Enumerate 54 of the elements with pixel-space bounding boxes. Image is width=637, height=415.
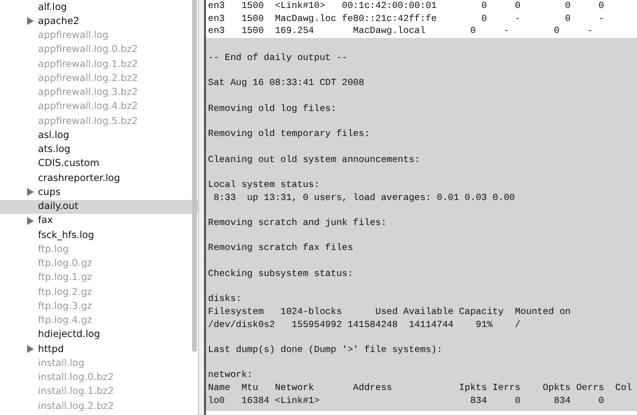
file-list-item[interactable]: appfirewall.log.1.bz2 (0, 57, 198, 72)
log-line: en3 1500 MacDawg.loc fe80::21c:42ff:fe 0 - 0 - (208, 12, 606, 26)
file-list-item[interactable]: ftp.log.4.gz (0, 314, 198, 328)
file-list-item[interactable]: install.log.1.bz2 (0, 384, 198, 399)
file-list-item[interactable]: ftp.log.0.gz (0, 256, 198, 271)
log-line: disks: (208, 293, 242, 306)
file-list-item[interactable]: httpd (0, 342, 198, 356)
log-line: Removing old temporary files: (208, 128, 371, 141)
disclosure-triangle-icon[interactable] (27, 216, 34, 225)
file-list-item[interactable]: apache2 (0, 14, 198, 28)
log-line: lo0 16384 <Link#1> 834 0 834 0 (208, 394, 606, 408)
file-list-item[interactable]: install.log.2.bz2 (0, 399, 198, 414)
file-list-item[interactable]: ftp.log (0, 242, 198, 256)
file-list-item[interactable]: ftp.log.1.gz (0, 270, 198, 285)
file-list-item[interactable]: CDIS.custom (0, 156, 198, 171)
log-line: Removing scratch fax files (208, 242, 354, 256)
file-list-item[interactable]: cups (0, 185, 198, 200)
log-line: Sat Aug 16 08:33:41 CDT 2008 (208, 77, 366, 90)
log-line: Last dump(s) done (Dump '>' file systems): (208, 344, 444, 357)
file-list-item[interactable]: asl.log (0, 128, 198, 142)
log-line: Cleaning out old system announcements: (208, 154, 422, 166)
log-line: Local system status: (208, 178, 321, 192)
log-line: -- End of daily output -- (208, 52, 348, 65)
log-line: Filesystem 1024-blocks Used Available Capacity Mounted on (208, 306, 572, 318)
log-line: 8:33 up 13:31, 0 users, load averages: 0.01 0.03 0.00 (212, 192, 516, 204)
log-line: Removing old log files: (208, 102, 338, 116)
disclosure-triangle-icon[interactable] (27, 345, 34, 354)
log-line: en3 1500 <Link#10> 00:1c:42:00:00:01 0 0 0 0 (208, 0, 606, 13)
file-list-item[interactable]: ats.log (0, 142, 198, 157)
log-line: Removing scratch and junk files: (208, 217, 388, 230)
file-list-item[interactable]: fsck_hfs.log (0, 228, 198, 242)
log-line: network: (208, 369, 254, 382)
scrollbar-thumb[interactable] (192, 0, 197, 352)
file-list-item[interactable]: install.log (0, 356, 198, 370)
file-list-item[interactable]: daily.out (0, 200, 198, 214)
file-list-item[interactable]: alf.log (0, 0, 198, 14)
log-line: /dev/disk0s2 155954992 141584248 14114744 91% / (208, 318, 522, 332)
log-line: Checking subsystem status: (208, 268, 354, 280)
file-list-item[interactable]: ftp.log.2.gz (0, 285, 198, 300)
file-list-item[interactable]: fax (0, 214, 198, 228)
disclosure-triangle-icon[interactable] (27, 17, 34, 26)
file-list-item[interactable]: crashreporter.log (0, 171, 198, 186)
log-line: Name Mtu Network Address Ipkts Ierrs Opkts Oerrs Col (208, 382, 634, 395)
file-list-item[interactable]: appfirewall.log.0.bz2 (0, 42, 198, 57)
file-list-item[interactable]: appfirewall.log.4.bz2 (0, 100, 198, 114)
disclosure-triangle-icon[interactable] (27, 188, 34, 196)
file-list-item[interactable]: appfirewall.log (0, 28, 198, 43)
file-list-item[interactable]: appfirewall.log.5.bz2 (0, 114, 198, 128)
file-list-item[interactable]: install.log.0.bz2 (0, 370, 198, 385)
log-line: en3 1500 169.254 MacDawg.local 0 - 0 - (208, 25, 594, 38)
file-list-item[interactable]: ftp.log.3.gz (0, 299, 198, 314)
file-list-item[interactable]: appfirewall.log.3.bz2 (0, 86, 198, 100)
file-list-item[interactable]: hdiejectd.log (0, 328, 198, 342)
file-list-item[interactable]: appfirewall.log.2.bz2 (0, 71, 198, 86)
